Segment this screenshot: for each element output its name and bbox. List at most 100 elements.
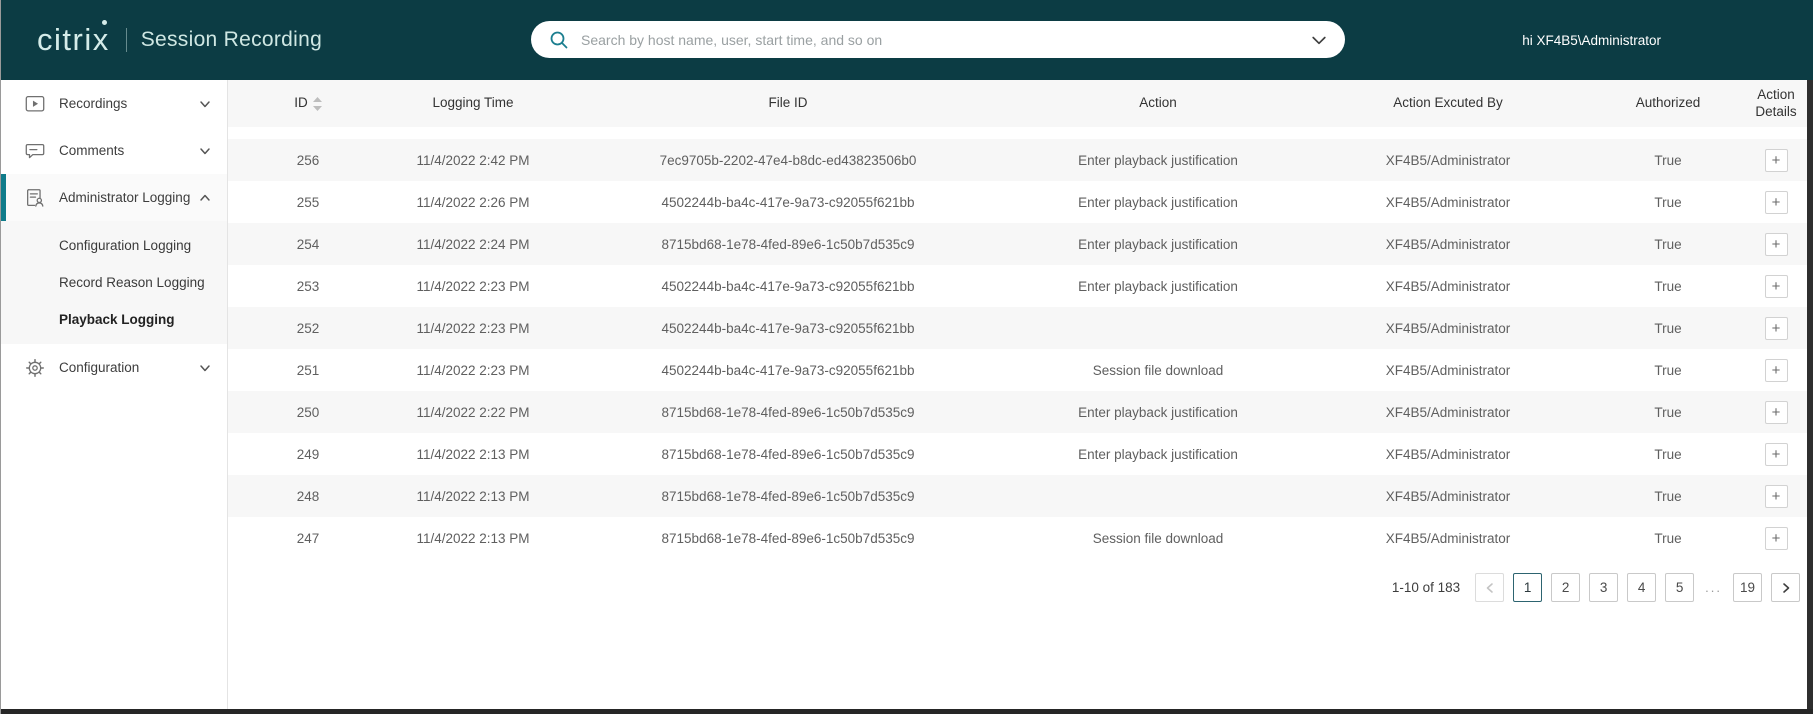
cell-id: 253	[228, 279, 388, 294]
brand-logo-group: citrix Session Recording	[1, 22, 322, 58]
comments-bubble-icon	[23, 139, 47, 163]
plus-icon: +	[1772, 237, 1781, 252]
cell-action-executed-by: XF4B5/Administrator	[1298, 153, 1598, 168]
pagination-pages: 12345	[1513, 573, 1694, 602]
table-row: 255 11/4/2022 2:26 PM 4502244b-ba4c-417e…	[228, 181, 1813, 223]
plus-icon: +	[1772, 531, 1781, 546]
citrix-logo-text: citrix	[37, 22, 110, 57]
table-row: 256 11/4/2022 2:42 PM 7ec9705b-2202-47e4…	[228, 139, 1813, 181]
column-header-authorized: Authorized	[1598, 95, 1738, 112]
page-button-5[interactable]: 5	[1665, 573, 1694, 602]
search-bar[interactable]	[531, 21, 1345, 58]
cell-authorized: True	[1598, 237, 1738, 252]
cell-action-executed-by: XF4B5/Administrator	[1298, 531, 1598, 546]
pagination: 1-10 of 183 12345 ... 19	[228, 559, 1813, 602]
page-button-4[interactable]: 4	[1627, 573, 1656, 602]
search-options-chevron-down-icon[interactable]	[1309, 30, 1329, 50]
cell-authorized: True	[1598, 489, 1738, 504]
product-title: Session Recording	[141, 28, 322, 52]
sidebar-subitem-playback-logging[interactable]: Playback Logging	[1, 301, 227, 338]
user-greeting[interactable]: hi XF4B5\Administrator	[1522, 0, 1661, 80]
pagination-summary: 1-10 of 183	[1392, 580, 1460, 595]
cell-logging-time: 11/4/2022 2:24 PM	[388, 237, 558, 252]
sidebar-item-recordings[interactable]: Recordings	[1, 80, 227, 127]
page-button-3[interactable]: 3	[1589, 573, 1618, 602]
plus-icon: +	[1772, 195, 1781, 210]
chevron-left-icon	[1484, 582, 1496, 594]
window-scrollbar-strip[interactable]	[1807, 80, 1813, 714]
cell-action: Enter playback justification	[1018, 405, 1298, 420]
expand-action-details-button[interactable]: +	[1765, 275, 1788, 298]
cell-file-id: 8715bd68-1e78-4fed-89e6-1c50b7d535c9	[558, 531, 1018, 546]
cell-file-id: 8715bd68-1e78-4fed-89e6-1c50b7d535c9	[558, 405, 1018, 420]
cell-action-executed-by: XF4B5/Administrator	[1298, 237, 1598, 252]
admin-logging-document-icon	[23, 186, 47, 210]
table-row: 248 11/4/2022 2:13 PM 8715bd68-1e78-4fed…	[228, 475, 1813, 517]
playback-logging-table: ID Logging Time File ID Action Action Ex…	[228, 80, 1813, 709]
sidebar-item-label: Comments	[59, 143, 199, 158]
column-header-action-executed-by: Action Excuted By	[1298, 95, 1598, 112]
table-row: 253 11/4/2022 2:23 PM 4502244b-ba4c-417e…	[228, 265, 1813, 307]
cell-file-id: 4502244b-ba4c-417e-9a73-c92055f621bb	[558, 321, 1018, 336]
previous-page-button[interactable]	[1475, 573, 1504, 602]
cell-logging-time: 11/4/2022 2:23 PM	[388, 279, 558, 294]
expand-action-details-button[interactable]: +	[1765, 233, 1788, 256]
expand-action-details-button[interactable]: +	[1765, 359, 1788, 382]
app-header: citrix Session Recording hi XF4B5\Admini…	[1, 0, 1813, 80]
table-row: 251 11/4/2022 2:23 PM 4502244b-ba4c-417e…	[228, 349, 1813, 391]
sort-icon[interactable]	[313, 97, 322, 111]
expand-action-details-button[interactable]: +	[1765, 317, 1788, 340]
expand-action-details-button[interactable]: +	[1765, 191, 1788, 214]
cell-action: Enter playback justification	[1018, 153, 1298, 168]
gear-icon	[23, 356, 47, 380]
search-input[interactable]	[581, 32, 1309, 48]
cell-logging-time: 11/4/2022 2:23 PM	[388, 363, 558, 378]
chevron-up-icon	[199, 192, 211, 204]
cell-file-id: 4502244b-ba4c-417e-9a73-c92055f621bb	[558, 363, 1018, 378]
cell-file-id: 8715bd68-1e78-4fed-89e6-1c50b7d535c9	[558, 237, 1018, 252]
cell-action-executed-by: XF4B5/Administrator	[1298, 489, 1598, 504]
column-header-file-id: File ID	[558, 95, 1018, 112]
column-header-action-details: Action Details	[1738, 87, 1813, 121]
sidebar-item-administrator-logging[interactable]: Administrator Logging	[1, 174, 227, 221]
chevron-down-icon	[199, 362, 211, 374]
cell-action-executed-by: XF4B5/Administrator	[1298, 195, 1598, 210]
administrator-logging-submenu: Configuration Logging Record Reason Logg…	[1, 221, 227, 344]
page-button-1[interactable]: 1	[1513, 573, 1542, 602]
cell-authorized: True	[1598, 321, 1738, 336]
plus-icon: +	[1772, 279, 1781, 294]
table-row: 249 11/4/2022 2:13 PM 8715bd68-1e78-4fed…	[228, 433, 1813, 475]
column-header-id[interactable]: ID	[228, 95, 388, 112]
table-row: 252 11/4/2022 2:23 PM 4502244b-ba4c-417e…	[228, 307, 1813, 349]
cell-logging-time: 11/4/2022 2:13 PM	[388, 489, 558, 504]
expand-action-details-button[interactable]: +	[1765, 401, 1788, 424]
plus-icon: +	[1772, 447, 1781, 462]
logo-divider	[126, 28, 127, 52]
cell-action: Session file download	[1018, 363, 1298, 378]
window-bottom-edge	[1, 709, 1813, 714]
sidebar-subitem-configuration-logging[interactable]: Configuration Logging	[1, 227, 227, 264]
cell-id: 251	[228, 363, 388, 378]
next-page-button[interactable]	[1771, 573, 1800, 602]
cell-authorized: True	[1598, 153, 1738, 168]
cell-action-executed-by: XF4B5/Administrator	[1298, 279, 1598, 294]
sidebar-subitem-record-reason-logging[interactable]: Record Reason Logging	[1, 264, 227, 301]
cell-id: 247	[228, 531, 388, 546]
cell-action-executed-by: XF4B5/Administrator	[1298, 363, 1598, 378]
expand-action-details-button[interactable]: +	[1765, 149, 1788, 172]
expand-action-details-button[interactable]: +	[1765, 527, 1788, 550]
plus-icon: +	[1772, 405, 1781, 420]
cell-action: Enter playback justification	[1018, 447, 1298, 462]
page-button-2[interactable]: 2	[1551, 573, 1580, 602]
page-button-19[interactable]: 19	[1733, 573, 1762, 602]
chevron-down-icon	[199, 145, 211, 157]
table-row: 247 11/4/2022 2:13 PM 8715bd68-1e78-4fed…	[228, 517, 1813, 559]
expand-action-details-button[interactable]: +	[1765, 443, 1788, 466]
sidebar-item-configuration[interactable]: Configuration	[1, 344, 227, 391]
cell-action: Enter playback justification	[1018, 195, 1298, 210]
sidebar-item-comments[interactable]: Comments	[1, 127, 227, 174]
sidebar: Recordings Comments	[1, 80, 228, 709]
expand-action-details-button[interactable]: +	[1765, 485, 1788, 508]
cell-id: 255	[228, 195, 388, 210]
column-header-action: Action	[1018, 95, 1298, 112]
